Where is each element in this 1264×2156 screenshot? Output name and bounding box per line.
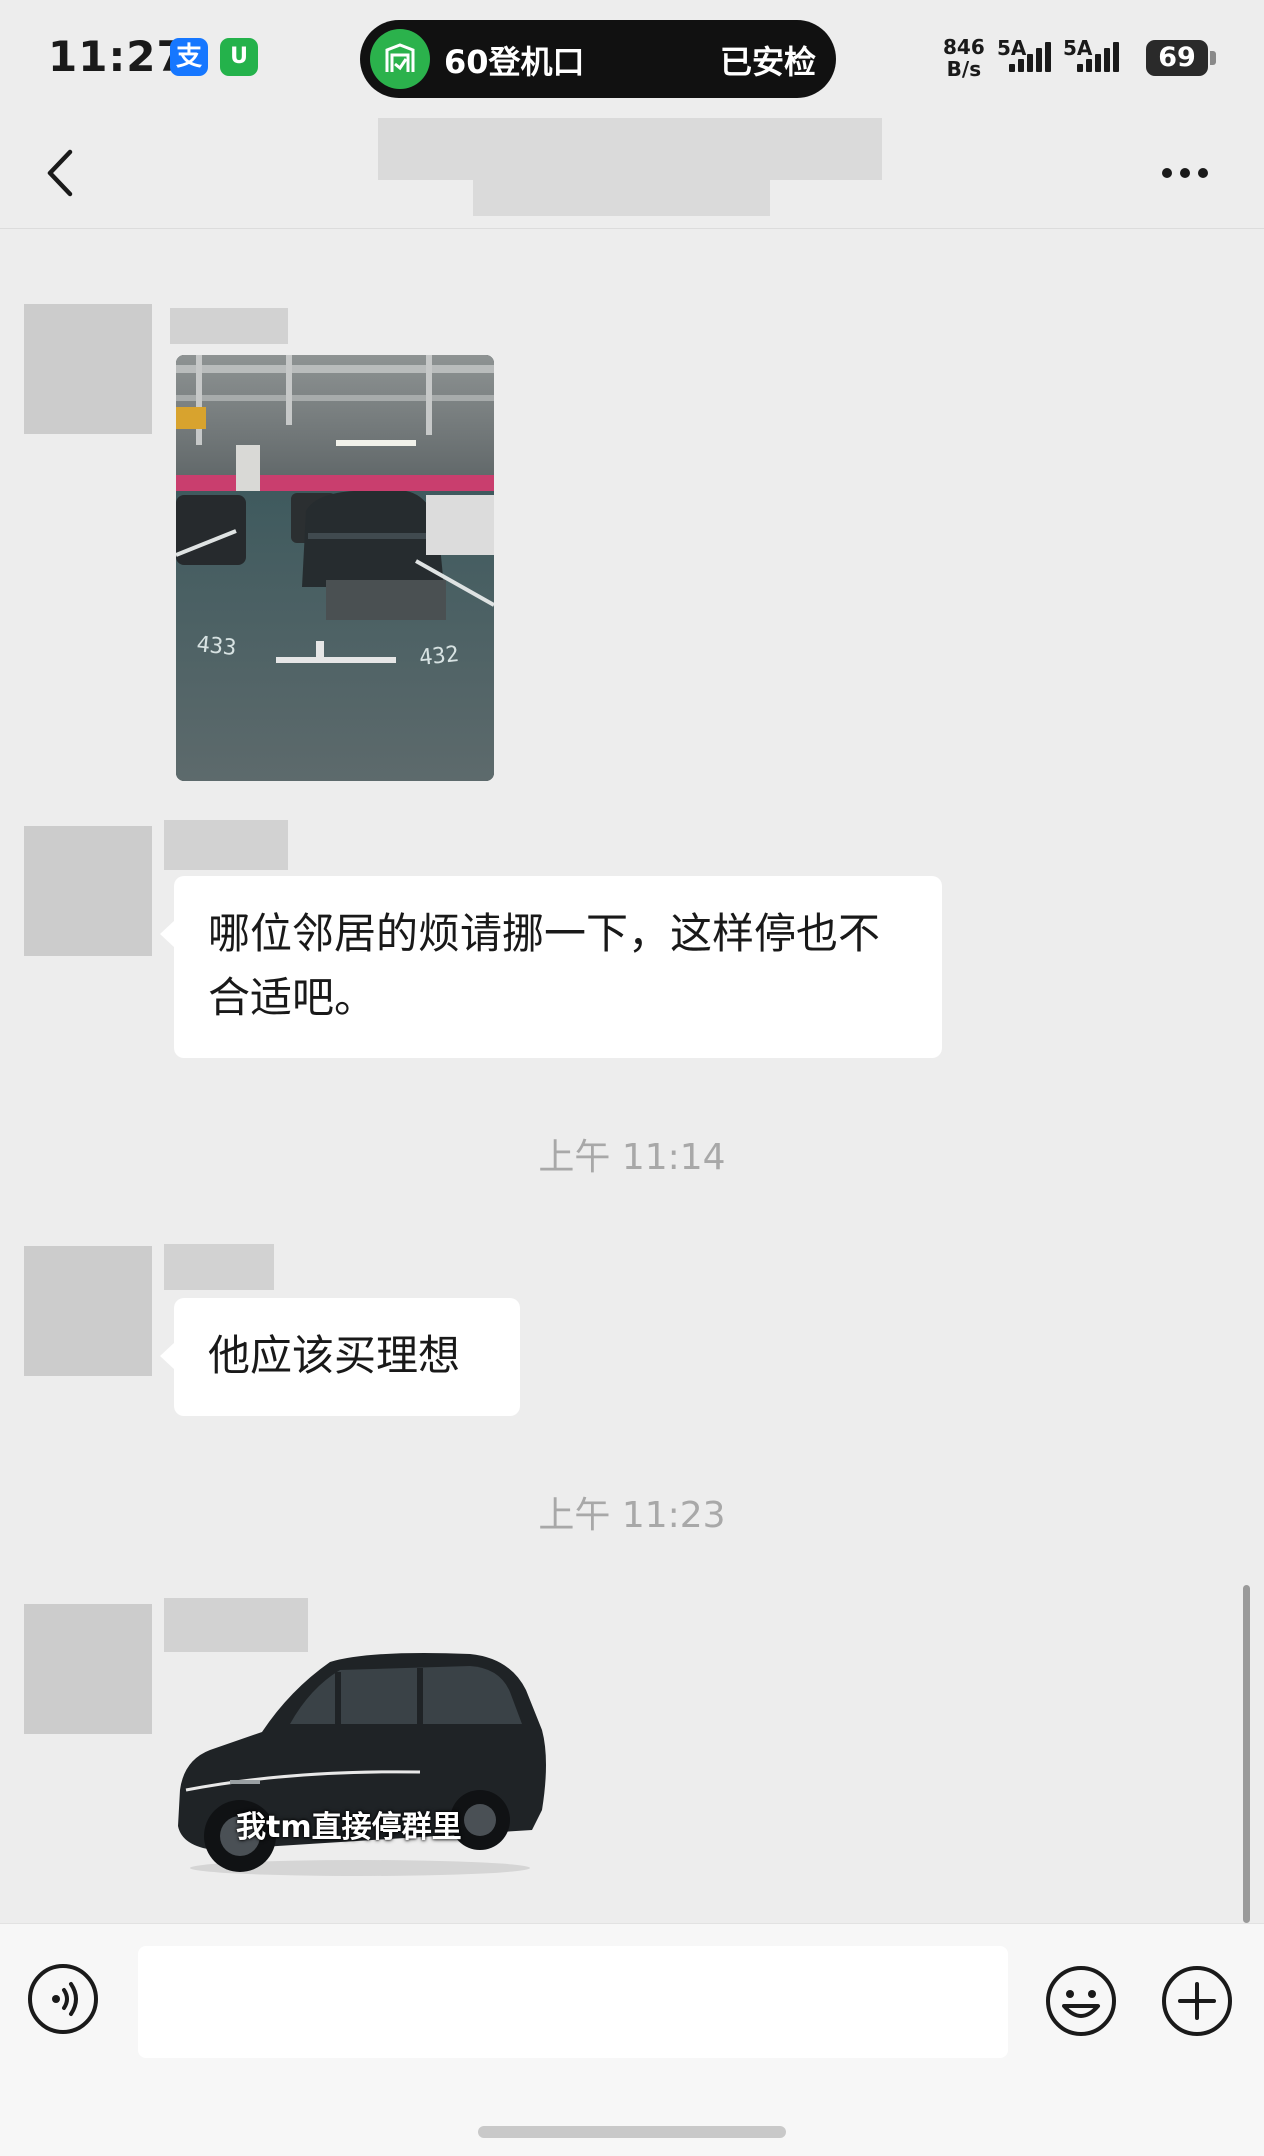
home-indicator — [478, 2126, 786, 2138]
input-bar — [0, 1923, 1264, 2156]
parking-garage-photo[interactable]: 433 432 — [176, 355, 494, 781]
avatar[interactable] — [24, 826, 152, 956]
back-button[interactable] — [36, 138, 96, 208]
message-text: 哪位邻居的烦请挪一下，这样停也不合适吧。 — [208, 909, 881, 1022]
signal-icon: 5A — [997, 34, 1067, 78]
message-bubble[interactable]: 他应该买理想 — [160, 1298, 520, 1416]
network-speed: 846 B/s — [943, 36, 985, 80]
timestamp: 上午 11:23 — [538, 1495, 726, 1536]
gate-icon — [370, 29, 430, 89]
avatar[interactable] — [24, 1246, 152, 1376]
plus-button[interactable] — [1160, 1964, 1234, 2038]
live-activity-pill[interactable]: 60登机口 已安检 — [360, 20, 836, 98]
emoji-icon — [1046, 1966, 1116, 2036]
more-button[interactable] — [1150, 148, 1220, 198]
live-activity-gate: 60登机口 — [444, 43, 585, 81]
message-text: 他应该买理想 — [208, 1331, 461, 1380]
sender-name-redacted — [164, 1244, 274, 1290]
avatar[interactable] — [24, 304, 152, 434]
network-speed-value: 846 — [943, 35, 985, 59]
timestamp: 上午 11:14 — [538, 1137, 726, 1178]
battery-tip — [1210, 51, 1216, 65]
parking-space-number: 433 — [195, 632, 237, 661]
parking-space-number: 432 — [418, 642, 460, 671]
sender-name-redacted — [164, 820, 288, 870]
chat-scrollbar[interactable] — [1243, 1585, 1250, 1923]
network-speed-unit: B/s — [946, 57, 982, 81]
chat-subtitle-redacted — [473, 180, 770, 216]
message-input[interactable] — [138, 1946, 1008, 2058]
signal-label: 5A — [1063, 36, 1093, 60]
chat-header — [0, 118, 1264, 229]
voice-button[interactable] — [28, 1964, 98, 2034]
chevron-left-icon — [47, 149, 73, 197]
sticker-caption: 我tm直接停群里 — [236, 1810, 462, 1845]
alipay-icon: 支 — [170, 38, 208, 76]
live-activity-status: 已安检 — [719, 43, 816, 81]
sender-name-redacted — [170, 308, 288, 344]
signal-label: 5A — [997, 36, 1027, 60]
avatar[interactable] — [24, 1604, 152, 1734]
emoji-button[interactable] — [1044, 1964, 1118, 2038]
status-bar: 11:27 支 U 60登机口 已安检 846 B/s 5A 5A 69 — [0, 0, 1264, 118]
voice-icon — [52, 1982, 78, 2016]
meituan-icon: U — [220, 38, 258, 76]
message-bubble[interactable]: 哪位邻居的烦请挪一下，这样停也不合适吧。 — [160, 876, 942, 1058]
signal-icon: 5A — [1063, 34, 1133, 78]
chat-title-redacted — [378, 118, 882, 180]
battery-icon: 69 — [1146, 40, 1208, 76]
status-time: 11:27 — [48, 32, 187, 81]
plus-icon — [1162, 1966, 1232, 2036]
